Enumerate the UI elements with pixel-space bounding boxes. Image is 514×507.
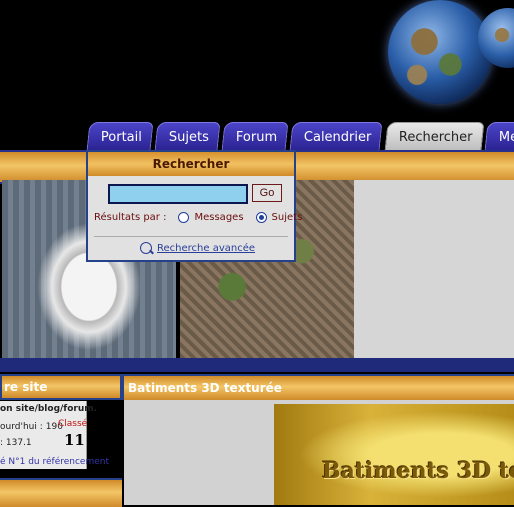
- section-divider: [0, 358, 514, 372]
- go-button[interactable]: Go: [252, 184, 282, 202]
- tab-rechercher[interactable]: Rechercher: [384, 122, 484, 151]
- advanced-search-row: Recherche avancée: [140, 242, 255, 254]
- search-input[interactable]: [108, 184, 248, 204]
- magnifier-icon: [140, 242, 152, 254]
- tab-portail[interactable]: Portail: [86, 122, 154, 151]
- search-row: Go: [108, 184, 282, 204]
- banner-text: Batiments 3D te: [322, 458, 514, 484]
- gallery-background: [354, 180, 514, 358]
- search-divider: [94, 236, 288, 237]
- radio-sujets[interactable]: [255, 212, 267, 223]
- results-by-row: Résultats par : Messages Sujets: [94, 212, 302, 223]
- widget-ref-text: é N°1 du référencement: [0, 457, 110, 467]
- tab-membres[interactable]: Membres: [484, 122, 514, 151]
- search-dropdown-title: Rechercher: [88, 152, 294, 176]
- left-panel-title: re site: [0, 374, 122, 400]
- radio-sujets-label: Sujets: [271, 212, 303, 223]
- results-by-label: Résultats par :: [94, 212, 167, 223]
- globe-logo-icon: [388, 0, 492, 104]
- tab-calendrier[interactable]: Calendrier: [289, 122, 384, 151]
- widget-url: on site/blog/forum.: [0, 404, 98, 414]
- tab-sujets[interactable]: Sujets: [154, 122, 221, 151]
- tab-forum[interactable]: Forum: [221, 122, 289, 151]
- banner-image[interactable]: Batiments 3D te: [274, 404, 514, 505]
- radio-messages-label: Messages: [194, 212, 244, 223]
- main-nav-tabs: Portail Sujets Forum Calendrier Recherch…: [86, 122, 514, 151]
- widget-classe-label: Classé: [58, 419, 88, 429]
- radio-messages[interactable]: [178, 212, 190, 223]
- referencing-widget[interactable]: on site/blog/forum. ourd'hui :190 : 137.…: [0, 401, 109, 469]
- widget-value: : 137.1: [0, 438, 32, 448]
- advanced-search-link[interactable]: Recherche avancée: [157, 243, 255, 254]
- right-panel-title: Batiments 3D texturée: [122, 374, 514, 400]
- widget-today: ourd'hui :190: [0, 422, 63, 432]
- left-bottom-band: [0, 478, 122, 507]
- widget-rank: 11: [64, 431, 85, 449]
- search-dropdown: Rechercher Go Résultats par : Messages S…: [86, 150, 302, 262]
